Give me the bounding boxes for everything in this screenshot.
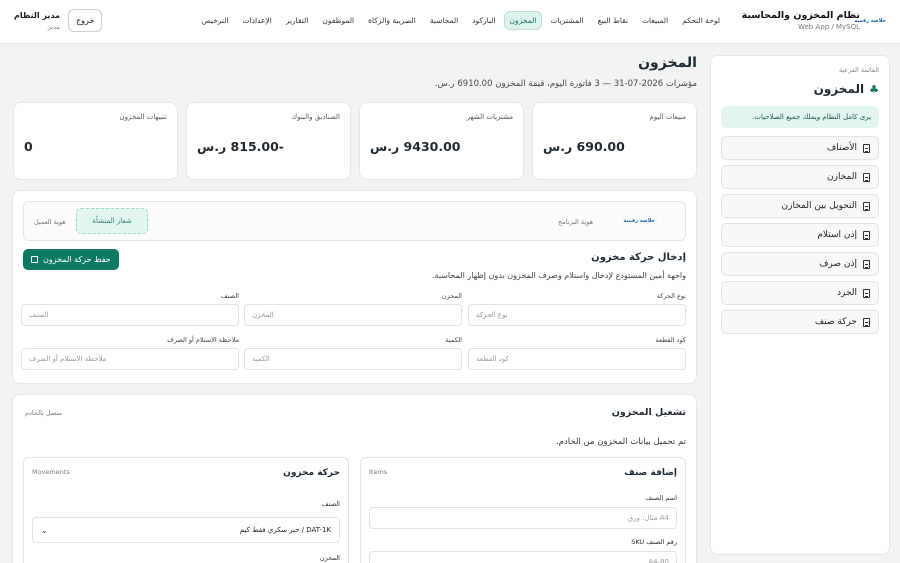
item-input[interactable]: الصنف (21, 304, 239, 326)
save-icon (31, 256, 38, 263)
nav-accounting[interactable]: المحاسبة (424, 11, 464, 30)
main-content: المخزون مؤشرات 2026-07-31 — 3 فاتورة الي… (12, 55, 697, 563)
quantity-input[interactable]: الكمية (244, 348, 462, 370)
user-role: مدير (47, 22, 61, 31)
client-emblem-placeholder[interactable]: شعار المنشأة (76, 208, 148, 234)
inventory-operation-card: تشغيل المخزون متصل بالخادم تم تحميل بيان… (12, 394, 697, 563)
nav-sales[interactable]: المبيعات (636, 11, 674, 30)
main-nav: لوحة التحكم المبيعات نقاط البيع المشتريا… (196, 11, 726, 30)
document-icon (863, 143, 870, 153)
field-part-code: كود القطعة كود القطعة (468, 336, 686, 370)
movement-type-input[interactable]: نوع الحركة (468, 304, 686, 326)
permission-note: يرى كامل النظام ويملك جميع الصلاحيات. (721, 106, 879, 128)
document-icon (863, 201, 870, 211)
add-item-panel: إضافة صنف Items اسم الصنف مثال: ورق A4 ر… (360, 457, 686, 563)
stat-card-cash-banks: الصناديق والبنوك -815.00 ر.س (186, 102, 351, 180)
part-code-input[interactable]: كود القطعة (468, 348, 686, 370)
note-input[interactable]: ملاحظة الاستلام أو الصرف (21, 348, 239, 370)
movement-form-card: خلاصة رقمية هوية البرنامج شعار المنشأة ه… (12, 190, 697, 384)
identity-bar: خلاصة رقمية هوية البرنامج شعار المنشأة ه… (23, 201, 686, 241)
movement-item-select[interactable]: DAT-1K / حبر سكري فقط كيم ⌄ (32, 517, 340, 543)
sidebar-small-label: القائمة الفرعية (838, 66, 879, 74)
logout-button[interactable]: خروج (68, 9, 103, 32)
nav-barcode[interactable]: الباركود (466, 11, 501, 30)
page-title: المخزون (638, 55, 697, 71)
field-quantity: الكمية الكمية (244, 336, 462, 370)
document-icon (863, 230, 870, 240)
stats-row: مبيعات اليوم 690.00 ر.س مشتريات الشهر 94… (12, 102, 697, 180)
sidebar-item-warehouses[interactable]: المخازن (721, 165, 879, 189)
program-logo-icon: خلاصة رقمية (623, 218, 662, 224)
nav-settings[interactable]: الإعدادات (236, 11, 277, 30)
nav-reports[interactable]: التقارير (280, 11, 315, 30)
warehouse-input[interactable]: المخزن (244, 304, 462, 326)
nav-dashboard[interactable]: لوحة التحكم (676, 11, 726, 30)
stock-movement-panel: حركة مخزون Movements الصنف DAT-1K / حبر … (23, 457, 349, 563)
server-status: متصل بالخادم (25, 409, 62, 417)
sidebar-title: ♣ المخزون (813, 82, 879, 96)
movements-tag: Movements (32, 468, 70, 476)
nav-purchases[interactable]: المشتريات (544, 11, 589, 30)
cluster-icon: ♣ (869, 82, 879, 96)
client-identity-label: هوية العميل (34, 218, 66, 226)
sidebar-item-issue[interactable]: إذن صرف (721, 252, 879, 276)
form-title: إدخال حركة مخزون (591, 252, 686, 263)
movement-warehouse-label: المخزن (319, 554, 340, 562)
save-movement-button[interactable]: حفظ حركة المخزون (23, 249, 119, 270)
user-area: خروج مدير النظام مدير (14, 9, 103, 32)
nav-employees[interactable]: الموظفون (316, 11, 360, 30)
document-icon (863, 172, 870, 182)
sidebar-item-item-movement[interactable]: حركة صنف (721, 310, 879, 334)
nav-inventory[interactable]: المخزون (503, 11, 543, 30)
app-title: نظام المخزون والمحاسبة (741, 10, 860, 21)
load-message: تم تحميل بيانات المخزون من الخادم. (556, 437, 686, 447)
nav-tax-zakat[interactable]: الضريبة والزكاة (362, 11, 422, 30)
field-movement-type: نوع الحركة نوع الحركة (468, 292, 686, 326)
stat-card-purchases-month: مشتريات الشهر 9430.00 ر.س (359, 102, 524, 180)
item-name-label: اسم الصنف (645, 494, 677, 502)
sidebar-item-stocktake[interactable]: الجرد (721, 281, 879, 305)
item-name-input[interactable]: مثال: ورق A4 (369, 507, 677, 529)
chevron-down-icon: ⌄ (41, 525, 48, 535)
field-note: ملاحظة الاستلام أو الصرف ملاحظة الاستلام… (21, 336, 239, 370)
form-subtitle: واجهة أمين المستودع لإدخال واستلام وصرف … (431, 271, 686, 280)
stat-card-inventory-alerts: تنبيهات المخزون 0 (13, 102, 178, 180)
nav-license[interactable]: الترخيص (196, 11, 235, 30)
operation-title: تشغيل المخزون (611, 407, 686, 418)
brand: خلاصة رقمية نظام المخزون والمحاسبة Web A… (741, 10, 893, 31)
field-warehouse: المخزن المخزن (244, 292, 462, 326)
movement-title: حركة مخزون (283, 468, 340, 478)
movement-item-label: الصنف (321, 500, 340, 508)
user-name: مدير النظام (14, 10, 61, 20)
sku-label: رقم الصنف SKU (631, 538, 677, 546)
add-item-title: إضافة صنف (624, 468, 677, 478)
sidebar-item-transfer[interactable]: التحويل بين المخازن (721, 194, 879, 218)
nav-pos[interactable]: نقاط البيع (592, 11, 634, 30)
stat-card-sales-today: مبيعات اليوم 690.00 ر.س (532, 102, 697, 180)
logo-icon: خلاصة رقمية (854, 17, 893, 24)
items-tag: Items (369, 468, 388, 476)
sidebar-item-receipt[interactable]: إذن استلام (721, 223, 879, 247)
page-subtitle: مؤشرات 2026-07-31 — 3 فاتورة اليوم، قيمة… (434, 79, 697, 89)
document-icon (863, 259, 870, 269)
document-icon (863, 317, 870, 327)
app-subtitle: Web App / MySQL (797, 23, 860, 31)
sidebar-item-items[interactable]: الأصناف (721, 136, 879, 160)
sidebar: القائمة الفرعية ♣ المخزون يرى كامل النظا… (710, 55, 890, 555)
program-identity-label: هوية البرنامج (558, 218, 593, 226)
field-item: الصنف الصنف (21, 292, 239, 326)
top-bar: خلاصة رقمية نظام المخزون والمحاسبة Web A… (0, 0, 900, 44)
document-icon (863, 288, 870, 298)
sku-input[interactable]: A4-80 (369, 551, 677, 563)
